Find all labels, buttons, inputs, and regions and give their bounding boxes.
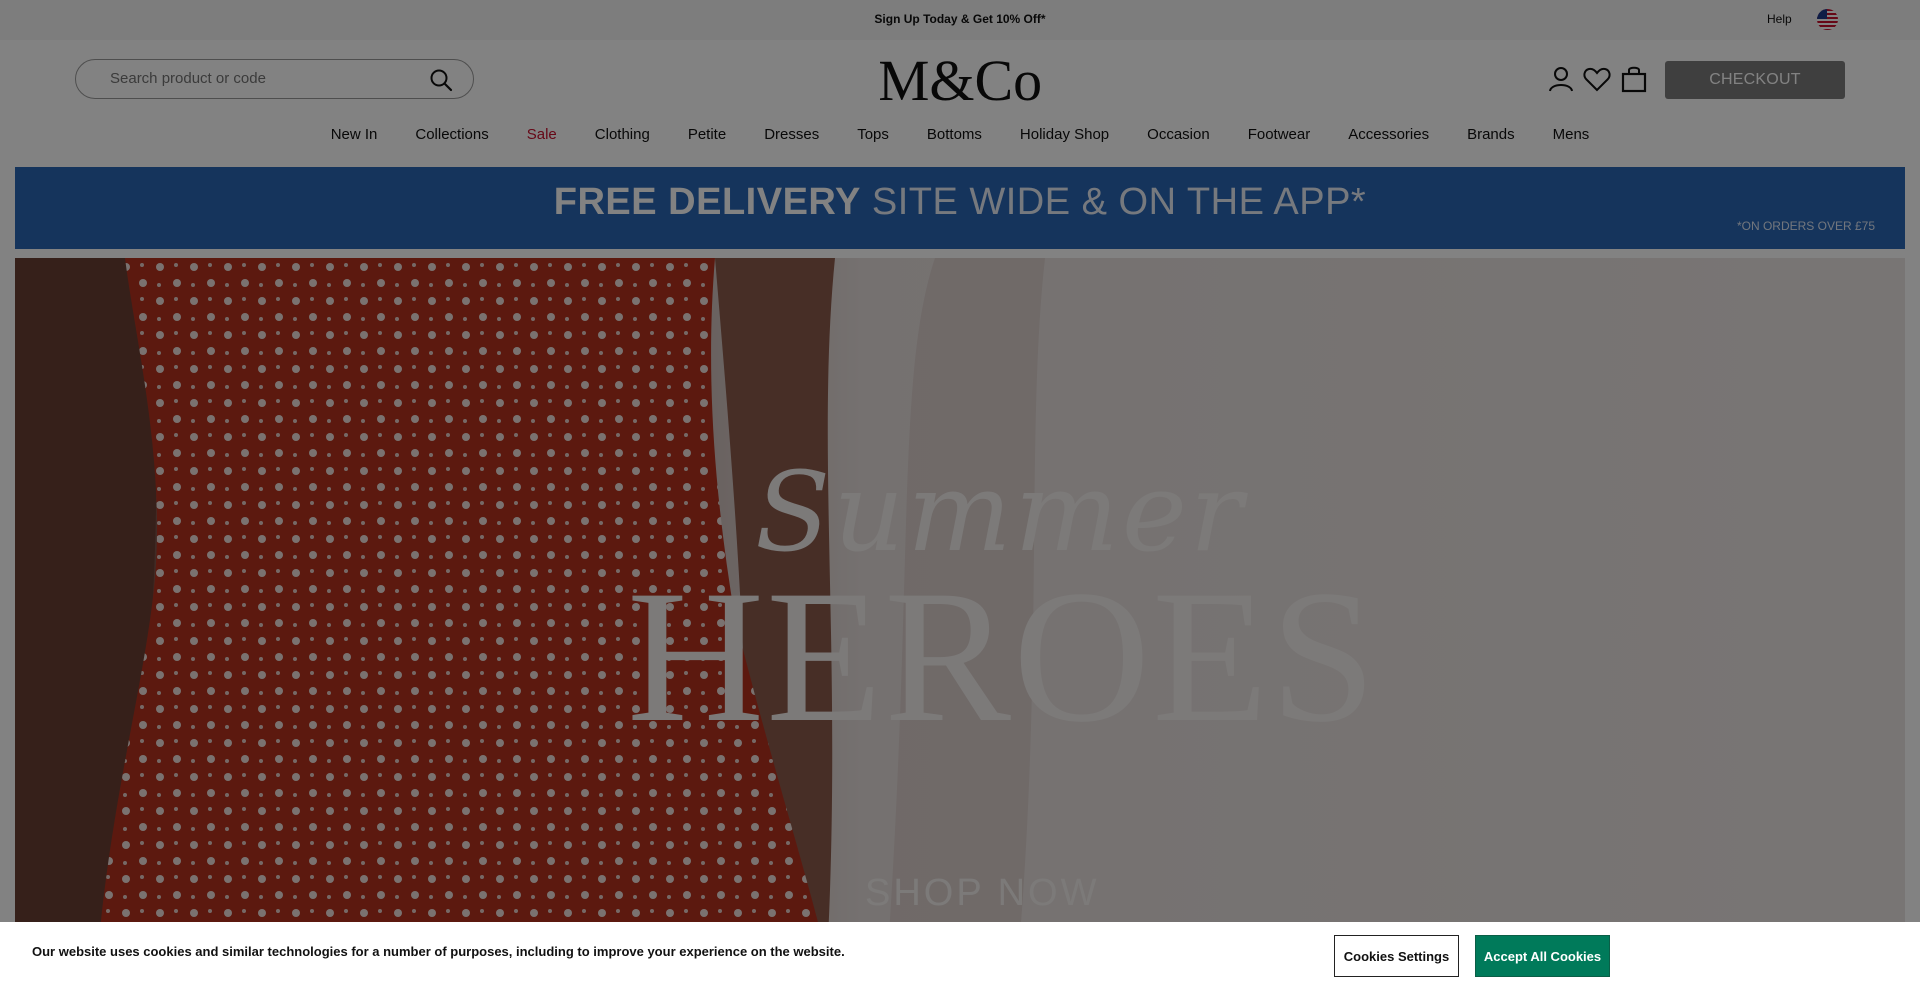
modal-overlay[interactable] — [0, 0, 1920, 993]
cookie-message: Our website uses cookies and similar tec… — [32, 944, 845, 959]
cookies-settings-button[interactable]: Cookies Settings — [1334, 935, 1459, 977]
accept-all-cookies-button[interactable]: Accept All Cookies — [1475, 935, 1610, 977]
cookie-consent-banner: Our website uses cookies and similar tec… — [0, 922, 1920, 993]
